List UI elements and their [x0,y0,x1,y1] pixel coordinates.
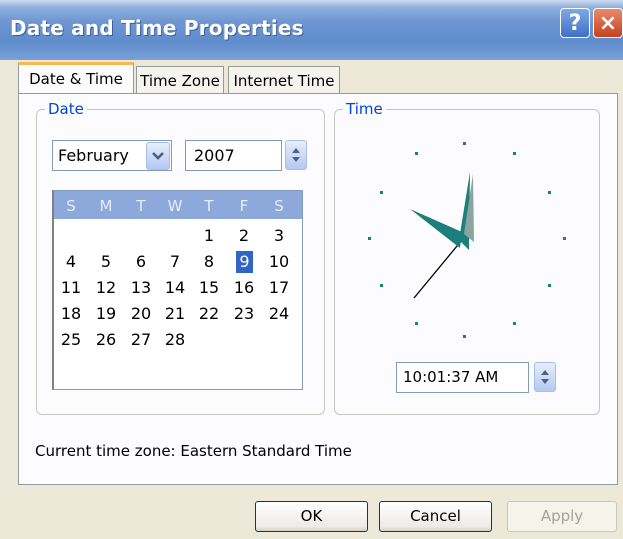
weekday-sat: S [274,197,284,215]
calendar-day[interactable]: 12 [89,277,123,299]
calendar-weekday-header: S M T W T F S [54,191,302,219]
window-title: Date and Time Properties [10,16,304,40]
calendar-day[interactable]: 13 [124,277,158,299]
tab-strip: Date & Time Time Zone Internet Time [18,62,618,94]
calendar-day[interactable]: 8 [192,251,226,273]
time-input[interactable]: 10:01:37 AM [396,362,529,393]
calendar-day[interactable]: 27 [124,329,158,351]
tab-time-zone[interactable]: Time Zone [136,66,224,94]
calendar-day[interactable]: 1 [192,225,226,247]
weekday-tue: T [136,197,146,215]
current-timezone-label: Current time zone: Eastern Standard Time [35,442,352,460]
apply-button[interactable]: Apply [507,501,617,532]
calendar-day[interactable]: 22 [192,303,226,325]
weekday-mon: M [99,197,113,215]
calendar-day[interactable]: 16 [227,277,261,299]
calendar-day[interactable]: 17 [262,277,296,299]
weekday-wed: W [167,197,183,215]
calendar-day[interactable]: 7 [158,251,192,273]
calendar-day[interactable]: 24 [262,303,296,325]
tab-internet-time[interactable]: Internet Time [228,66,340,94]
second-hand [413,239,463,299]
calendar-day[interactable]: 2 [227,225,261,247]
help-button[interactable]: ? [560,8,590,38]
calendar-day-selected[interactable]: 9 [236,251,253,273]
calendar-day[interactable]: 28 [158,329,192,351]
cancel-button[interactable]: Cancel [379,501,492,532]
calendar-day[interactable]: 5 [89,251,123,273]
weekday-fri: F [239,197,249,215]
calendar-day[interactable]: 18 [54,303,88,325]
calendar-day[interactable]: 14 [158,277,192,299]
weekday-thu: T [204,197,214,215]
calendar-day[interactable]: 6 [124,251,158,273]
calendar-day[interactable]: 20 [124,303,158,325]
calendar-day[interactable]: 4 [54,251,88,273]
time-group-label: Time [343,100,386,118]
month-value: February [58,146,129,165]
calendar-day[interactable]: 19 [89,303,123,325]
year-spinner[interactable] [285,140,307,170]
weekday-sun: S [66,197,76,215]
hour-hand [410,209,462,248]
spinner-arrows-icon [292,148,300,162]
calendar-day[interactable]: 21 [158,303,192,325]
analog-clock [368,142,566,338]
year-field[interactable]: 2007 [185,140,282,171]
date-group-label: Date [45,100,87,118]
calendar-day[interactable]: 15 [192,277,226,299]
calendar-day[interactable]: 23 [227,303,261,325]
calendar-day[interactable]: 3 [262,225,296,247]
calendar-day[interactable]: 11 [54,277,88,299]
calendar-day[interactable]: 25 [54,329,88,351]
month-select[interactable]: February [52,140,172,171]
title-bar: Date and Time Properties ? × [0,0,623,60]
spinner-arrows-icon [541,370,549,384]
calendar-day[interactable]: 10 [262,251,296,273]
month-dropdown-button[interactable] [146,142,170,170]
close-button[interactable]: × [593,8,623,38]
tab-date-time[interactable]: Date & Time [18,62,134,94]
chevron-down-icon [152,152,164,160]
year-value: 2007 [194,146,235,165]
ok-button[interactable]: OK [255,501,368,532]
month-calendar[interactable]: S M T W T F S 1 2 3 4 5 6 7 8 9 10 11 12… [52,190,303,390]
time-spinner[interactable] [534,362,556,392]
calendar-day[interactable]: 26 [89,329,123,351]
